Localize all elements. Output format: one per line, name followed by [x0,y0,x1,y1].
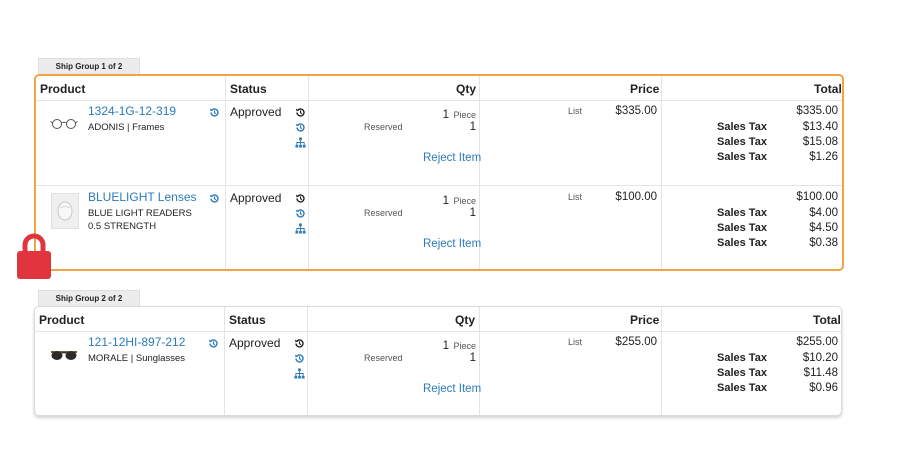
tax-label: Sales Tax [717,352,767,364]
tax-amount: $4.00 [809,207,838,219]
history-icon[interactable] [295,193,306,204]
tax-amount: $11.48 [803,367,838,379]
price-value: $255.00 [615,336,657,348]
product-link[interactable]: 121-12HI-897-212 [88,335,185,349]
tax-label: Sales Tax [717,237,767,249]
hierarchy-icon[interactable] [295,223,306,234]
reserved-label: Reserved [364,353,403,363]
tax-amount: $10.20 [802,352,838,364]
history-icon[interactable] [209,193,220,204]
ship-group-1: Product Status Qty Price Total 1324-1G-1… [34,74,844,271]
reject-item-link[interactable]: Reject Item [423,238,481,250]
table-row: 121-12HI-897-212 MORALE | Sunglasses App… [35,331,841,415]
tax-label: Sales Tax [717,207,767,219]
lens-product-image [51,193,79,229]
product-description: 0.5 STRENGTH [88,221,157,232]
lens-icon [57,201,73,221]
reject-item-link[interactable]: Reject Item [423,383,481,395]
col-product: Product [39,313,85,327]
table-header: Product Status Qty Price Total [35,307,841,332]
price-value: $335.00 [615,105,657,117]
status-text: Approved [229,336,281,350]
product-description: MORALE | Sunglasses [88,353,185,364]
col-total: Total [813,313,841,327]
price-label: List [568,192,583,202]
history-icon[interactable] [294,353,305,364]
reserved-qty: 1 [469,207,476,219]
tax-label: Sales Tax [717,367,767,379]
tax-label: Sales Tax [717,222,767,234]
tax-label: Sales Tax [717,136,767,148]
ship-group-1-tab: Ship Group 1 of 2 [38,58,140,74]
col-qty: Qty [456,82,477,96]
tax-label: Sales Tax [717,121,767,133]
history-icon[interactable] [209,107,220,118]
history-icon[interactable] [294,338,305,349]
tax-amount: $15.08 [802,136,838,148]
product-link[interactable]: BLUELIGHT Lenses [88,190,197,204]
ship-group-2-tab: Ship Group 2 of 2 [38,290,140,306]
price-label: List [568,106,583,116]
hierarchy-icon[interactable] [294,368,305,379]
table-header: Product Status Qty Price Total [36,76,842,101]
col-qty: Qty [455,313,476,327]
reserved-qty: 1 [469,352,476,364]
history-icon[interactable] [295,122,306,133]
col-price: Price [630,82,660,96]
tax-label: Sales Tax [717,151,767,163]
tax-amount: $1.26 [809,151,838,163]
tax-amount: $13.40 [802,121,838,133]
eyeglasses-image [50,119,78,129]
status-text: Approved [230,105,282,119]
product-link[interactable]: 1324-1G-12-319 [88,104,176,118]
tax-amount: $4.50 [809,222,838,234]
tax-amount: $0.38 [809,237,838,249]
status-text: Approved [230,191,282,205]
reserved-label: Reserved [364,122,403,132]
history-icon[interactable] [208,338,219,349]
reject-item-link[interactable]: Reject Item [423,152,481,164]
total-value: $255.00 [796,336,838,348]
col-product: Product [40,82,86,96]
lock-icon [17,233,51,279]
total-value: $335.00 [796,105,838,117]
hierarchy-icon[interactable] [295,137,306,148]
total-value: $100.00 [796,191,838,203]
history-icon[interactable] [295,107,306,118]
col-status: Status [230,82,267,96]
ship-group-2: Product Status Qty Price Total 121-12HI-… [34,306,842,416]
sunglasses-image [51,351,77,360]
col-total: Total [814,82,842,96]
price-value: $100.00 [615,191,657,203]
product-description: BLUE LIGHT READERS [88,208,192,219]
product-description: ADONIS | Frames [88,122,165,133]
col-status: Status [229,313,266,327]
table-row: 1324-1G-12-319 ADONIS | Frames Approved … [36,100,842,184]
reserved-qty: 1 [469,121,476,133]
price-label: List [568,337,583,347]
col-price: Price [630,313,660,327]
tax-amount: $0.96 [809,382,838,394]
table-row: BLUELIGHT Lenses BLUE LIGHT READERS 0.5 … [36,185,842,270]
history-icon[interactable] [295,208,306,219]
reserved-label: Reserved [364,208,403,218]
tax-label: Sales Tax [717,382,767,394]
